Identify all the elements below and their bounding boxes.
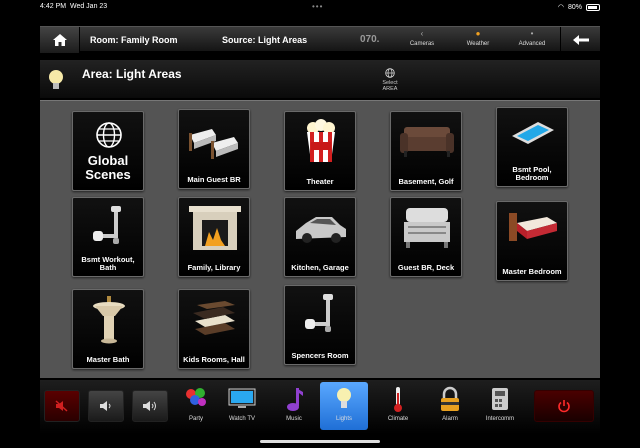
lightbulb-icon xyxy=(49,70,63,89)
pool-icon xyxy=(512,122,554,144)
tv-icon xyxy=(228,388,256,408)
advanced-button[interactable]: • Advanced xyxy=(502,27,562,53)
tile-label: Bsmt Pool, Bedroom xyxy=(512,165,552,182)
tile-label: Kids Rooms, Hall xyxy=(183,355,245,364)
tile-label: Basement, Golf xyxy=(398,177,454,186)
status-bar: 4:42 PM Wed Jan 23 ••• ◠ 80% xyxy=(0,0,640,14)
area-title: Area: Light Areas xyxy=(82,67,182,81)
tile-label: Family, Library xyxy=(187,263,241,272)
home-button[interactable] xyxy=(40,27,80,53)
tile-kitchen-garage[interactable]: Kitchen, Garage xyxy=(284,197,356,277)
mute-icon xyxy=(55,400,68,412)
power-button[interactable] xyxy=(534,390,594,422)
popcorn-icon xyxy=(307,119,335,162)
globe-icon xyxy=(96,122,122,148)
thermometer-icon xyxy=(394,387,402,412)
tile-bsmt-pool-bedroom[interactable]: Bsmt Pool, Bedroom xyxy=(496,107,568,187)
volume-up-button[interactable] xyxy=(132,390,168,422)
bottom-bar: Party Watch TV Music Lights Climate Alar… xyxy=(40,380,600,434)
nav-intercomm[interactable]: Intercomm xyxy=(476,382,524,430)
battery-icon xyxy=(586,3,600,11)
volume-up-icon xyxy=(143,401,156,411)
tile-global-scenes[interactable]: Global Scenes xyxy=(72,111,144,191)
light-fixture-icon xyxy=(93,206,121,244)
tile-master-bath[interactable]: Master Bath xyxy=(72,289,144,369)
power-icon xyxy=(558,400,570,413)
tile-label: Spencers Room xyxy=(291,351,349,360)
tile-guest-br-deck[interactable]: Guest BR, Deck xyxy=(390,197,462,277)
sofa-icon xyxy=(400,127,454,157)
tile-bsmt-workout-bath[interactable]: Bsmt Workout, Bath xyxy=(72,197,144,277)
home-icon xyxy=(52,34,67,46)
tile-label: Master Bath xyxy=(86,355,130,364)
light-fixture-icon xyxy=(305,294,333,332)
balloons-icon xyxy=(186,388,206,406)
camera-icon: ‹ xyxy=(420,29,424,38)
lock-icon xyxy=(441,386,459,411)
tile-master-bedroom[interactable]: Master Bedroom xyxy=(496,201,568,281)
tile-family-library[interactable]: Family, Library xyxy=(178,197,250,277)
tile-label: Kitchen, Garage xyxy=(291,263,349,272)
nav-climate[interactable]: Climate xyxy=(374,382,422,430)
status-dots: ••• xyxy=(312,2,324,11)
volume-down-icon xyxy=(100,401,111,411)
back-button[interactable] xyxy=(560,27,600,53)
cameras-button[interactable]: ‹ Cameras xyxy=(392,27,452,53)
tile-basement-golf[interactable]: Basement, Golf xyxy=(390,111,462,191)
car-icon xyxy=(296,217,346,243)
sink-icon xyxy=(93,296,125,344)
tile-label: Master Bedroom xyxy=(502,267,562,276)
nav-lights[interactable]: Lights xyxy=(320,382,368,430)
fireplace-icon xyxy=(189,206,241,250)
nav-party[interactable]: Party xyxy=(172,382,220,430)
nav-alarm[interactable]: Alarm xyxy=(426,382,474,430)
source-label: Source: Light Areas xyxy=(222,35,308,45)
globe-icon xyxy=(385,68,395,78)
area-grid: Global Scenes Main Guest BR Theater Base… xyxy=(40,100,600,378)
nav-watch-tv[interactable]: Watch TV xyxy=(218,382,266,430)
tile-main-guest-br[interactable]: Main Guest BR xyxy=(178,109,250,189)
tile-label: Global Scenes xyxy=(85,153,131,182)
top-bar: Room: Family Room Source: Light Areas 07… xyxy=(40,26,600,53)
tile-theater[interactable]: Theater xyxy=(284,111,356,191)
bed-icon xyxy=(509,213,557,241)
sun-icon: ● xyxy=(475,29,481,38)
grill-icon xyxy=(404,208,450,248)
select-area-button[interactable]: Select AREA xyxy=(370,68,410,92)
wifi-icon: ◠ xyxy=(557,4,564,11)
tile-label: Bsmt Workout, Bath xyxy=(81,255,135,272)
dot-icon: • xyxy=(530,29,534,38)
battery-percent: 80% xyxy=(567,3,582,11)
lightbulb-icon xyxy=(337,388,351,408)
twin-beds-icon xyxy=(189,129,238,159)
nav-music[interactable]: Music xyxy=(270,382,318,430)
tile-label: Main Guest BR xyxy=(187,175,241,184)
weather-button[interactable]: ● Weather xyxy=(448,27,508,53)
home-indicator[interactable] xyxy=(260,440,380,443)
tile-label: Guest BR, Deck xyxy=(397,263,455,272)
tile-spencers-room[interactable]: Spencers Room xyxy=(284,285,356,365)
area-bar: Area: Light Areas Select AREA xyxy=(40,60,600,98)
status-code: 070. xyxy=(360,34,380,45)
status-time: 4:42 PM Wed Jan 23 xyxy=(40,3,108,10)
tile-label: Theater xyxy=(306,177,334,186)
books-icon xyxy=(193,301,235,335)
volume-down-button[interactable] xyxy=(88,390,124,422)
room-label: Room: Family Room xyxy=(90,35,178,45)
back-arrow-icon xyxy=(572,35,589,45)
intercom-icon xyxy=(492,388,508,410)
mute-button[interactable] xyxy=(44,390,80,422)
music-note-icon xyxy=(287,388,303,411)
tile-kids-rooms-hall[interactable]: Kids Rooms, Hall xyxy=(178,289,250,369)
